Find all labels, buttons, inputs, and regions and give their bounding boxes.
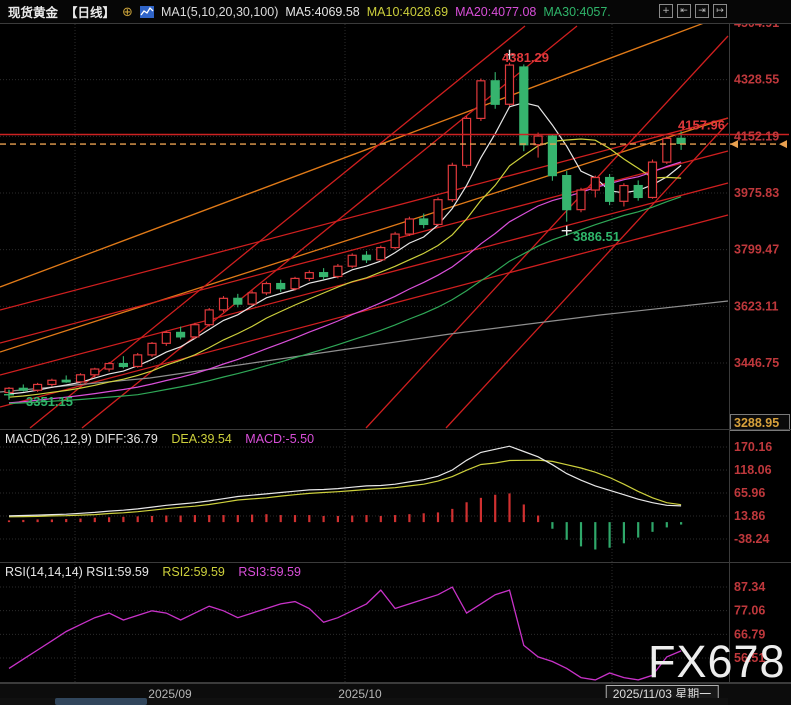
candle-body bbox=[577, 190, 585, 210]
candle-body bbox=[262, 284, 270, 293]
axis-min-label: 3288.95 bbox=[734, 416, 779, 430]
period-label: 【日线】 bbox=[65, 2, 115, 21]
candle-body bbox=[606, 178, 614, 202]
candle-body bbox=[348, 255, 356, 266]
chart-canvas[interactable]: 4157.964381.293886.513351.154504.914328.… bbox=[0, 0, 791, 705]
panel-separators bbox=[0, 0, 791, 705]
candle-body bbox=[305, 273, 313, 279]
macd-tick-label: 13.86 bbox=[734, 509, 765, 523]
candle-body bbox=[34, 384, 42, 390]
price-tick-label: 4152.19 bbox=[734, 129, 779, 143]
price-tick-label: 3975.83 bbox=[734, 186, 779, 200]
macd-hist-label: MACD:-5.50 bbox=[245, 432, 314, 446]
scale-right-icon[interactable]: ⇥ bbox=[695, 4, 709, 18]
candle-body bbox=[205, 310, 213, 325]
price-annotation: 3886.51 bbox=[573, 229, 620, 244]
candle-body bbox=[520, 67, 528, 145]
ma10-value: MA10:4028.69 bbox=[367, 5, 448, 19]
ma5-line bbox=[9, 103, 681, 394]
candle-body bbox=[405, 219, 413, 234]
price-tick-label: 4328.55 bbox=[734, 73, 779, 87]
candle-body bbox=[105, 364, 113, 369]
candle-body bbox=[48, 380, 56, 384]
candle-body bbox=[391, 234, 399, 247]
candle-body bbox=[177, 332, 185, 336]
macd-panel bbox=[9, 446, 681, 549]
ma20-value: MA20:4077.08 bbox=[455, 5, 536, 19]
rsi-indicator-label: RSI(14,14,14) RSI1:59.59 RSI2:59.59 RSI3… bbox=[5, 565, 311, 579]
symbol-title: 现货黄金 bbox=[8, 2, 58, 21]
price-tick-label: 3623.11 bbox=[734, 299, 779, 313]
candle-body bbox=[420, 219, 428, 224]
candle-body bbox=[148, 343, 156, 355]
header-toolbar: + ⇤ ⇥ ↦ bbox=[659, 4, 727, 18]
candle-body bbox=[162, 332, 170, 343]
candle-body bbox=[119, 364, 127, 367]
rsi-tick-label: 56.51 bbox=[734, 651, 765, 665]
price-axis: 4504.914328.554152.193975.833799.473623.… bbox=[731, 16, 790, 431]
macd-tick-label: 65.96 bbox=[734, 486, 765, 500]
candle-body bbox=[277, 284, 285, 289]
candle-body bbox=[377, 248, 385, 260]
macd-tick-label: -38.24 bbox=[734, 532, 769, 546]
price-annotation: 3351.15 bbox=[26, 394, 73, 409]
price-arrow-icon bbox=[779, 140, 787, 148]
candle-body bbox=[591, 178, 599, 191]
ma-settings-label: MA1(5,10,20,30,100) bbox=[161, 5, 278, 19]
rsi-tick-label: 66.79 bbox=[734, 627, 765, 641]
macd-dea-label: DEA:39.54 bbox=[171, 432, 231, 446]
candle-body bbox=[663, 138, 671, 162]
rsi3-label: RSI3:59.59 bbox=[238, 565, 301, 579]
move-icon[interactable]: + bbox=[659, 4, 673, 18]
candle-body bbox=[448, 165, 456, 199]
candle-body bbox=[191, 325, 199, 337]
candle-body bbox=[77, 375, 85, 382]
chart-window: 现货黄金 【日线】 ⊕ MA1(5,10,20,30,100) MA5:4069… bbox=[0, 0, 791, 705]
candle-body bbox=[677, 138, 685, 143]
candle-body bbox=[19, 388, 27, 390]
scale-left-icon[interactable]: ⇤ bbox=[677, 4, 691, 18]
candle-body bbox=[62, 380, 70, 382]
macd-tick-label: 118.06 bbox=[734, 463, 772, 477]
rsi1-label: RSI(14,14,14) RSI1:59.59 bbox=[5, 565, 149, 579]
candle-body bbox=[234, 298, 242, 304]
candle-body bbox=[248, 293, 256, 304]
rsi-tick-label: 87.34 bbox=[734, 580, 765, 594]
macd-indicator-label: MACD(26,12,9) DIFF:36.79 DEA:39.54 MACD:… bbox=[5, 432, 324, 446]
extreme-markers bbox=[4, 50, 572, 400]
candle-body bbox=[620, 186, 628, 202]
price-annotation: 4381.29 bbox=[502, 50, 549, 65]
detach-icon[interactable]: ↦ bbox=[713, 4, 727, 18]
alert-price-label: 4157.96 bbox=[678, 117, 725, 132]
macd-tick-label: 170.16 bbox=[734, 440, 772, 454]
price-tick-label: 3446.75 bbox=[734, 356, 779, 370]
ma30-value: MA30:4057. bbox=[543, 5, 610, 19]
candle-body bbox=[634, 186, 642, 198]
candle-body bbox=[563, 176, 571, 210]
candle-body bbox=[434, 200, 442, 225]
candle-body bbox=[291, 278, 299, 288]
candle-body bbox=[363, 255, 371, 259]
candle-body bbox=[463, 118, 471, 165]
add-compare-icon[interactable]: ⊕ bbox=[122, 4, 133, 20]
candle-body bbox=[649, 162, 657, 197]
candle-body bbox=[91, 369, 99, 375]
candle-body bbox=[320, 273, 328, 277]
candle-body bbox=[220, 298, 228, 310]
price-tick-label: 3799.47 bbox=[734, 243, 779, 257]
chart-type-icon[interactable] bbox=[140, 6, 154, 18]
rsi-tick-label: 77.06 bbox=[734, 604, 765, 618]
scrollbar-track[interactable] bbox=[0, 698, 728, 705]
rsi2-label: RSI2:59.59 bbox=[162, 565, 225, 579]
candle-body bbox=[134, 355, 142, 367]
candle-body bbox=[506, 65, 514, 104]
candle-body bbox=[491, 81, 499, 104]
ma5-value: MA5:4069.58 bbox=[285, 5, 359, 19]
scrollbar-thumb[interactable] bbox=[55, 698, 147, 705]
candle-body bbox=[477, 81, 485, 119]
candle-body bbox=[334, 266, 342, 276]
candle-body bbox=[548, 136, 556, 176]
macd-diff-label: MACD(26,12,9) DIFF:36.79 bbox=[5, 432, 158, 446]
